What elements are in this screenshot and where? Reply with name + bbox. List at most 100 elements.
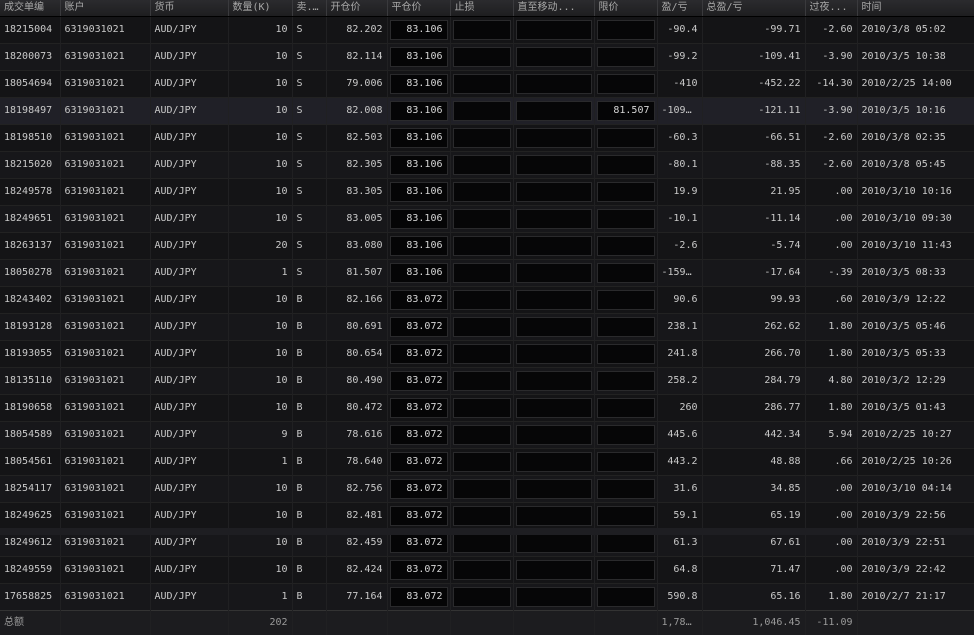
limit-cell[interactable] [594, 584, 657, 611]
col-header-quantity[interactable]: 数量(K) [228, 0, 292, 17]
close-price-cell-value[interactable]: 83.072 [390, 425, 448, 445]
trailing-cell[interactable] [513, 557, 594, 584]
col-header-time[interactable]: 时间 [857, 0, 974, 17]
trailing-cell-value[interactable] [516, 290, 592, 310]
trailing-cell[interactable] [513, 395, 594, 422]
stop-cell[interactable] [450, 98, 513, 125]
stop-cell-value[interactable] [453, 344, 511, 364]
trailing-cell[interactable] [513, 179, 594, 206]
limit-cell[interactable] [594, 422, 657, 449]
stop-cell-value[interactable] [453, 506, 511, 526]
limit-cell[interactable] [594, 287, 657, 314]
limit-cell-value[interactable] [597, 533, 655, 553]
trailing-cell-value[interactable] [516, 209, 592, 229]
trailing-cell-value[interactable] [516, 20, 592, 40]
close-price-cell[interactable]: 83.106 [387, 71, 450, 98]
table-row[interactable]: 182495786319031021AUD/JPY10S83.30583.106… [0, 179, 974, 206]
stop-cell[interactable] [450, 125, 513, 152]
trailing-cell[interactable] [513, 287, 594, 314]
table-row[interactable]: 182541176319031021AUD/JPY10B82.75683.072… [0, 476, 974, 503]
close-price-cell-value[interactable]: 83.106 [390, 182, 448, 202]
trailing-cell[interactable] [513, 314, 594, 341]
stop-cell[interactable] [450, 44, 513, 71]
table-row[interactable]: 181930556319031021AUD/JPY10B80.65483.072… [0, 341, 974, 368]
trailing-cell[interactable] [513, 476, 594, 503]
stop-cell-value[interactable] [453, 479, 511, 499]
table-row[interactable]: 181985106319031021AUD/JPY10S82.50383.106… [0, 125, 974, 152]
close-price-cell[interactable]: 83.072 [387, 449, 450, 476]
stop-cell-value[interactable] [453, 371, 511, 391]
trailing-cell[interactable] [513, 17, 594, 44]
trailing-cell-value[interactable] [516, 371, 592, 391]
limit-cell-value[interactable] [597, 506, 655, 526]
stop-cell-value[interactable] [453, 74, 511, 94]
close-price-cell[interactable]: 83.106 [387, 152, 450, 179]
close-price-cell-value[interactable]: 83.072 [390, 479, 448, 499]
close-price-cell[interactable]: 83.072 [387, 314, 450, 341]
limit-cell[interactable] [594, 71, 657, 98]
limit-cell-value[interactable] [597, 155, 655, 175]
limit-cell[interactable] [594, 368, 657, 395]
limit-cell[interactable] [594, 314, 657, 341]
limit-cell-value[interactable] [597, 587, 655, 607]
stop-cell-value[interactable] [453, 290, 511, 310]
trailing-cell-value[interactable] [516, 560, 592, 580]
close-price-cell-value[interactable]: 83.072 [390, 533, 448, 553]
limit-cell[interactable] [594, 476, 657, 503]
stop-cell-value[interactable] [453, 425, 511, 445]
table-row[interactable]: 180545896319031021AUD/JPY9B78.61683.0724… [0, 422, 974, 449]
trailing-cell[interactable] [513, 341, 594, 368]
trailing-cell-value[interactable] [516, 101, 592, 121]
limit-cell[interactable]: 81.507 [594, 98, 657, 125]
limit-cell-value[interactable] [597, 290, 655, 310]
close-price-cell-value[interactable]: 83.106 [390, 263, 448, 283]
table-row[interactable]: 182496516319031021AUD/JPY10S83.00583.106… [0, 206, 974, 233]
trailing-cell[interactable] [513, 44, 594, 71]
trailing-cell[interactable] [513, 98, 594, 125]
close-price-cell-value[interactable]: 83.072 [390, 506, 448, 526]
stop-cell-value[interactable] [453, 209, 511, 229]
close-price-cell[interactable]: 83.072 [387, 584, 450, 611]
limit-cell[interactable] [594, 179, 657, 206]
trailing-cell[interactable] [513, 584, 594, 611]
trailing-cell-value[interactable] [516, 236, 592, 256]
limit-cell-value[interactable] [597, 398, 655, 418]
stop-cell[interactable] [450, 17, 513, 44]
stop-cell-value[interactable] [453, 128, 511, 148]
limit-cell-value[interactable] [597, 182, 655, 202]
limit-cell-value[interactable] [597, 425, 655, 445]
trailing-cell[interactable] [513, 368, 594, 395]
limit-cell-value[interactable] [597, 263, 655, 283]
trailing-cell-value[interactable] [516, 182, 592, 202]
trailing-cell[interactable] [513, 152, 594, 179]
stop-cell[interactable] [450, 341, 513, 368]
close-price-cell-value[interactable]: 83.106 [390, 209, 448, 229]
limit-cell[interactable] [594, 449, 657, 476]
trailing-cell-value[interactable] [516, 425, 592, 445]
trailing-cell-value[interactable] [516, 47, 592, 67]
close-price-cell-value[interactable]: 83.106 [390, 236, 448, 256]
trailing-cell-value[interactable] [516, 398, 592, 418]
trailing-cell[interactable] [513, 206, 594, 233]
table-row[interactable]: 182495596319031021AUD/JPY10B82.42483.072… [0, 557, 974, 584]
close-price-cell-value[interactable]: 83.106 [390, 74, 448, 94]
close-price-cell-value[interactable]: 83.072 [390, 344, 448, 364]
table-row[interactable]: 182434026319031021AUD/JPY10B82.16683.072… [0, 287, 974, 314]
close-price-cell-value[interactable]: 83.106 [390, 101, 448, 121]
col-header-close-price[interactable]: 平仓价 [387, 0, 450, 17]
col-header-stop[interactable]: 止损 [450, 0, 513, 17]
limit-cell-value[interactable] [597, 20, 655, 40]
close-price-cell[interactable]: 83.072 [387, 422, 450, 449]
limit-cell-value[interactable]: 81.507 [597, 101, 655, 121]
stop-cell-value[interactable] [453, 560, 511, 580]
limit-cell[interactable] [594, 125, 657, 152]
table-row[interactable]: 181931286319031021AUD/JPY10B80.69183.072… [0, 314, 974, 341]
trailing-cell-value[interactable] [516, 452, 592, 472]
table-row[interactable]: 180502786319031021AUD/JPY1S81.50783.106-… [0, 260, 974, 287]
table-row[interactable]: 182631376319031021AUD/JPY20S83.08083.106… [0, 233, 974, 260]
close-price-cell[interactable]: 83.072 [387, 395, 450, 422]
table-row[interactable]: 180545616319031021AUD/JPY1B78.64083.0724… [0, 449, 974, 476]
close-price-cell[interactable]: 83.072 [387, 476, 450, 503]
close-price-cell-value[interactable]: 83.072 [390, 560, 448, 580]
table-row[interactable]: 176588256319031021AUD/JPY1B77.16483.0725… [0, 584, 974, 611]
